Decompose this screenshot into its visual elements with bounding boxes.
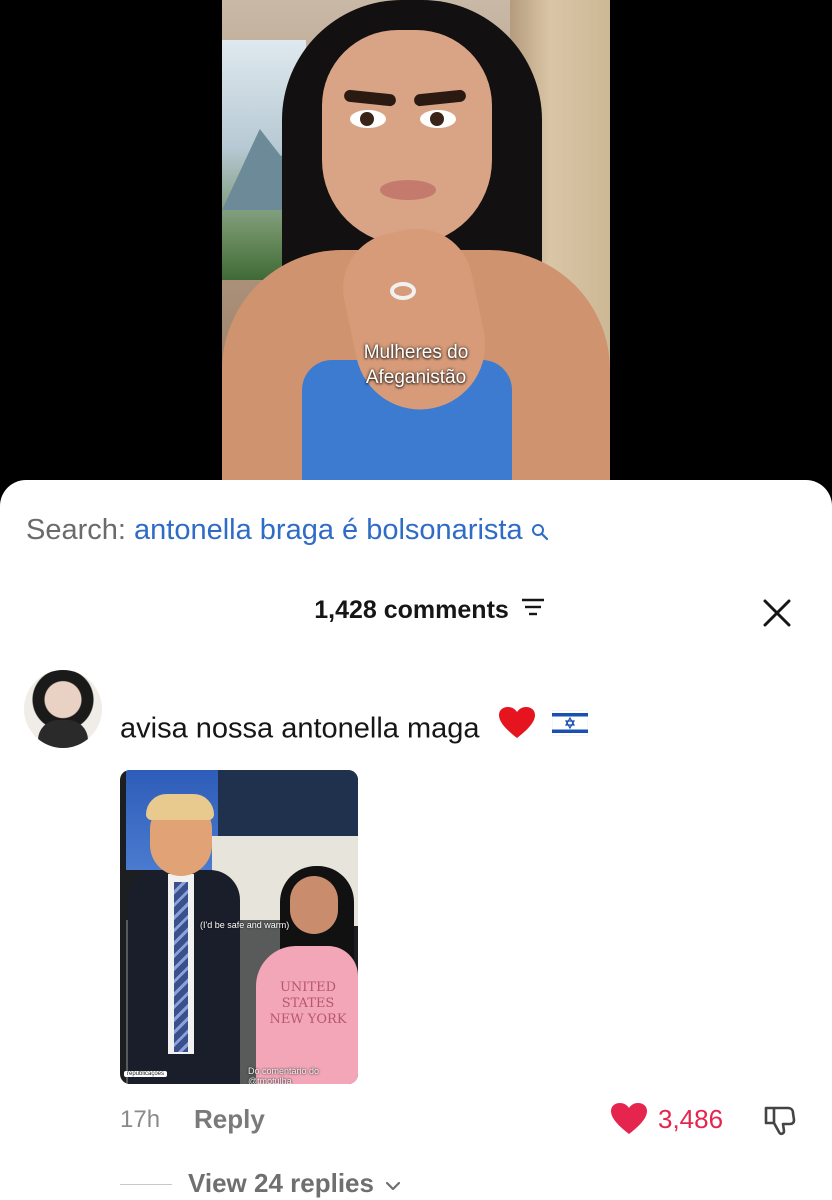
image-building xyxy=(218,770,358,840)
view-replies-row[interactable]: View 24 replies xyxy=(0,1166,832,1200)
filter-icon[interactable] xyxy=(520,595,546,624)
creator-lips xyxy=(380,180,436,200)
chevron-down-icon xyxy=(385,1168,401,1199)
comments-header: 1,428 comments xyxy=(0,596,832,636)
creator-ring xyxy=(390,282,416,300)
image-badge: republicações xyxy=(124,1071,168,1077)
dislike-icon[interactable] xyxy=(762,1102,798,1143)
red-heart-emoji-icon xyxy=(498,706,536,748)
comment-text: avisa nossa antonella maga xyxy=(120,712,480,745)
image-cutout-hair xyxy=(146,794,214,820)
sweater-line: UNITED STATES xyxy=(279,980,337,1011)
search-term-link[interactable]: antonella braga é bolsonarista xyxy=(134,514,523,546)
comment-actions: 17h Reply 3,486 xyxy=(0,1102,832,1142)
search-icon[interactable] xyxy=(531,516,549,549)
video-caption-line: Afeganistão xyxy=(365,367,467,388)
video-caption: Mulheres do Afeganistão xyxy=(222,340,610,390)
creator-eye xyxy=(350,110,386,128)
video-caption-line: Mulheres do xyxy=(363,342,469,363)
comment-attached-image[interactable]: UNITED STATES NEW YORK (I'd be safe and … xyxy=(120,770,358,1084)
close-icon[interactable] xyxy=(760,596,794,630)
comment-count: 1,428 comments xyxy=(314,596,509,624)
comment-body: avisa nossa antonella maga xyxy=(120,707,588,748)
reply-button[interactable]: Reply xyxy=(194,1104,265,1135)
creator-face xyxy=(322,30,492,245)
avatar[interactable] xyxy=(24,670,102,748)
view-replies-label: View 24 replies xyxy=(188,1168,374,1198)
search-suggestion[interactable]: Search: antonella braga é bolsonarista xyxy=(26,514,549,549)
image-caption: (I'd be safe and warm) xyxy=(200,920,290,930)
video-player[interactable]: Mulheres do Afeganistão xyxy=(222,0,610,520)
israel-flag-icon xyxy=(551,709,588,744)
creator-eye xyxy=(420,110,456,128)
comments-sheet: Search: antonella braga é bolsonarista 1… xyxy=(0,480,832,1200)
image-woman-face xyxy=(290,876,338,934)
search-prefix: Search: xyxy=(26,514,126,546)
view-replies-button[interactable]: View 24 replies xyxy=(188,1168,401,1199)
comment-timestamp: 17h xyxy=(120,1106,161,1133)
like-heart-icon[interactable] xyxy=(610,1102,648,1141)
like-count: 3,486 xyxy=(658,1104,724,1134)
replies-divider xyxy=(120,1184,172,1185)
image-cutout-tie xyxy=(174,882,188,1052)
image-sweater-text: UNITED STATES NEW YORK xyxy=(260,980,356,1028)
sweater-line: NEW YORK xyxy=(269,1012,347,1027)
image-watermark: Do comentário do @tmotulha xyxy=(248,1066,320,1084)
avatar-shirt xyxy=(38,720,88,748)
comment-count-wrap: 1,428 comments xyxy=(0,596,832,625)
